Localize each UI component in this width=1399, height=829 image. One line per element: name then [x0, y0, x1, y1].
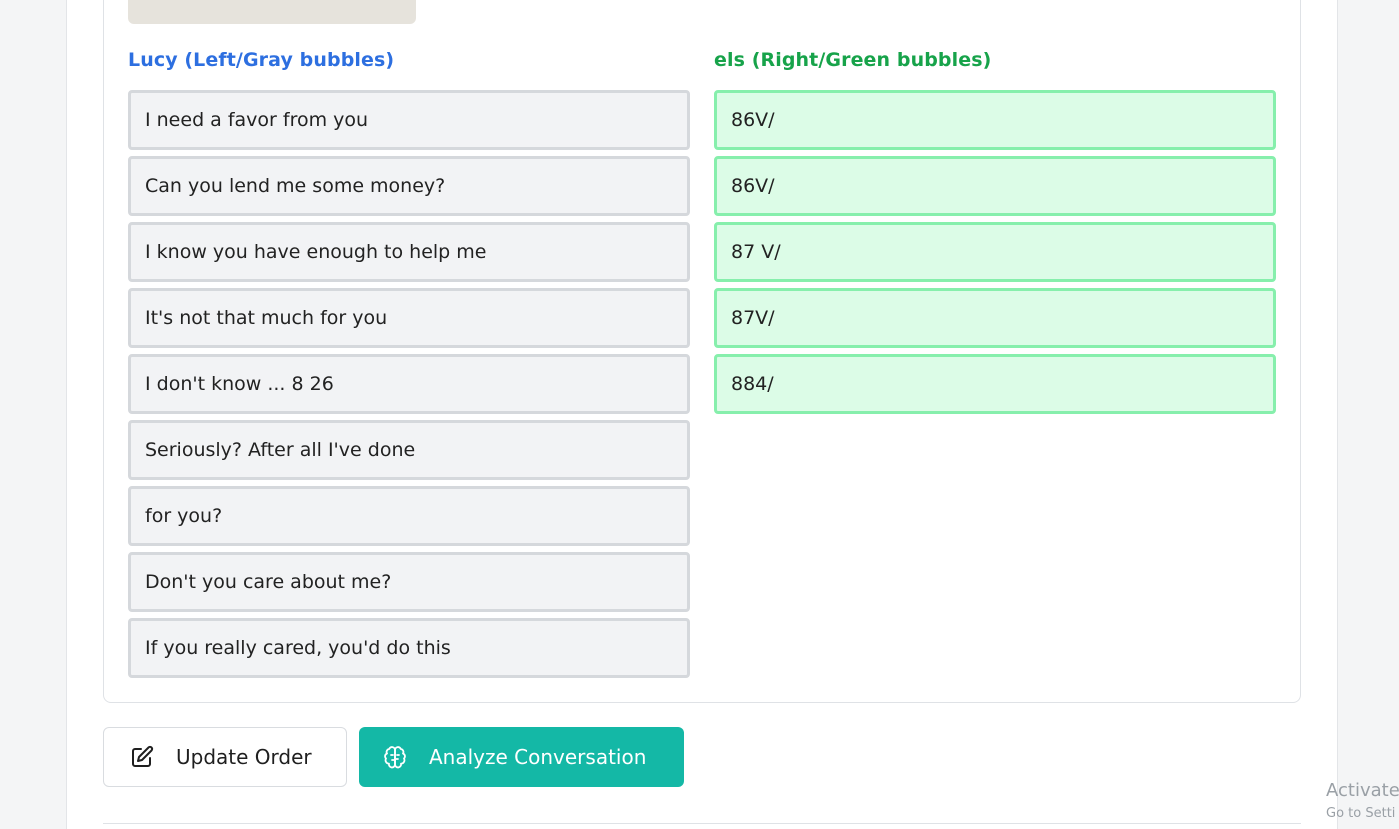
left-message-bubble[interactable]: Can you lend me some money? — [128, 156, 690, 216]
brain-icon — [383, 745, 407, 769]
edit-icon — [130, 745, 154, 769]
left-message-bubble[interactable]: If you really cared, you'd do this — [128, 618, 690, 678]
left-message-bubble[interactable]: Seriously? After all I've done — [128, 420, 690, 480]
activation-watermark-title: Activate — [1326, 780, 1399, 801]
left-message-bubble[interactable]: Don't you care about me? — [128, 552, 690, 612]
update-order-label: Update Order — [176, 745, 312, 769]
left-message-bubble[interactable]: I need a favor from you — [128, 90, 690, 150]
analyze-conversation-label: Analyze Conversation — [429, 745, 647, 769]
left-message-bubble[interactable]: I know you have enough to help me — [128, 222, 690, 282]
right-column-heading: els (Right/Green bubbles) — [714, 49, 992, 71]
right-message-bubble[interactable]: 86V/ — [714, 156, 1276, 216]
activation-watermark-subtitle: Go to Setti — [1326, 806, 1396, 821]
right-message-bubble[interactable]: 87 V/ — [714, 222, 1276, 282]
divider — [103, 823, 1301, 824]
left-column-heading: Lucy (Left/Gray bubbles) — [128, 49, 395, 71]
right-message-bubble[interactable]: 86V/ — [714, 90, 1276, 150]
left-message-bubble[interactable]: It's not that much for you — [128, 288, 690, 348]
left-message-bubble[interactable]: I don't know ... 8 26 — [128, 354, 690, 414]
update-order-button[interactable]: Update Order — [103, 727, 347, 787]
screenshot-preview-image — [128, 0, 416, 24]
left-message-bubble[interactable]: for you? — [128, 486, 690, 546]
right-message-bubble[interactable]: 87V/ — [714, 288, 1276, 348]
right-message-bubble[interactable]: 884/ — [714, 354, 1276, 414]
analyze-conversation-button[interactable]: Analyze Conversation — [359, 727, 684, 787]
